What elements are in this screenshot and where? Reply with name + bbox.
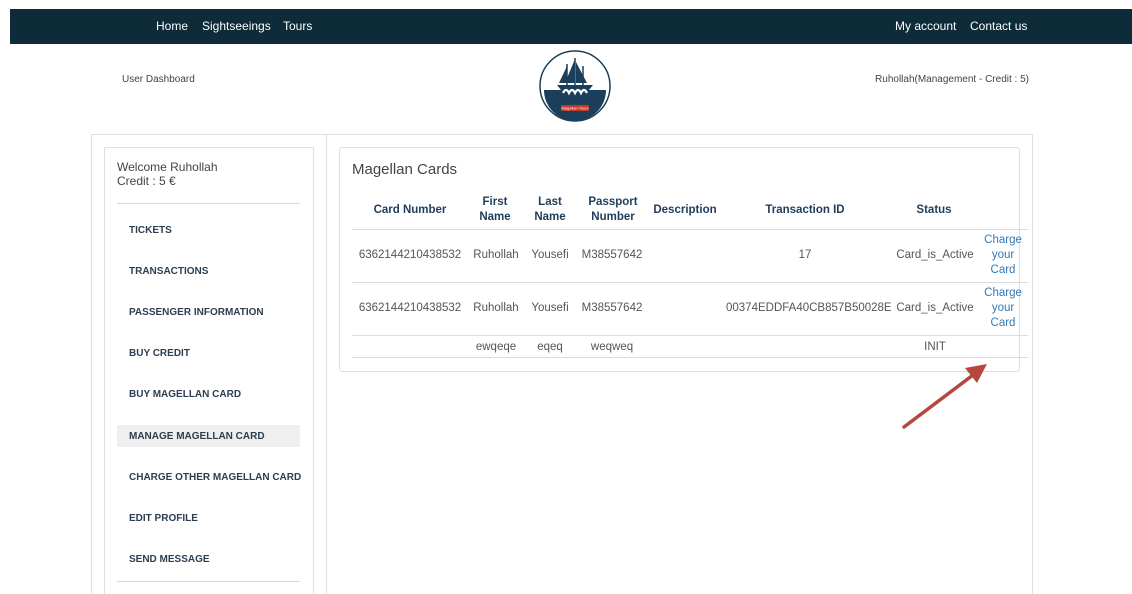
- charge-link-line3: Card: [990, 264, 1016, 276]
- dashboard-label: User Dashboard: [122, 74, 195, 85]
- cell-status: Card_is_Active: [896, 249, 974, 261]
- cell-passport: M38557642: [581, 249, 643, 261]
- nav-sightseeings-link[interactable]: Sightseeings: [202, 19, 271, 33]
- nav-home-link[interactable]: Home: [156, 19, 188, 33]
- header-last-name-line2: Name: [534, 211, 566, 223]
- header-description: Description: [653, 204, 717, 216]
- cell-last-name: Yousefi: [531, 249, 569, 261]
- charge-link-line1: Charge: [984, 287, 1022, 299]
- panel-title: Magellan Cards: [352, 161, 458, 178]
- header-last-name: Last Name: [530, 195, 570, 225]
- cell-status: INIT: [924, 341, 946, 353]
- header-passport-number: Passport Number: [582, 195, 644, 225]
- nav-tours-link[interactable]: Tours: [283, 19, 312, 33]
- logo-text: Magellan Tours: [561, 106, 588, 111]
- header-last-name-line1: Last: [538, 196, 562, 208]
- header-first-name-line1: First: [482, 196, 508, 208]
- cell-passport: weqweq: [590, 341, 634, 353]
- welcome-text: Welcome Ruhollah: [117, 160, 218, 174]
- sidebar-item-tickets[interactable]: TICKETS: [117, 219, 300, 241]
- sidebar-item-passenger-information[interactable]: PASSENGER INFORMATION: [117, 301, 300, 323]
- header-first-name: First Name: [475, 195, 515, 225]
- top-navbar: Home Sightseeings Tours My account Conta…: [10, 9, 1132, 44]
- nav-contact-us-link[interactable]: Contact us: [970, 19, 1027, 33]
- charge-link-line2: your: [991, 302, 1015, 314]
- sidebar-item-edit-profile[interactable]: EDIT PROFILE: [117, 507, 300, 529]
- cell-card-number: 6362144210438532: [358, 302, 462, 314]
- header-status: Status: [916, 204, 952, 216]
- cell-transaction-id: 17: [798, 249, 812, 261]
- cell-card-number: 6362144210438532: [358, 249, 462, 261]
- charge-your-card-link[interactable]: Charge your Card: [982, 286, 1024, 331]
- welcome-block: Welcome Ruhollah Credit : 5 €: [117, 160, 218, 188]
- cell-last-name: eqeq: [537, 341, 563, 353]
- sidebar-divider: [117, 581, 300, 582]
- cell-transaction-id: 00374EDDFA40CB857B50028E: [726, 302, 892, 314]
- table-row-divider: [352, 335, 1028, 336]
- cell-first-name: Ruhollah: [473, 302, 519, 314]
- cell-status: Card_is_Active: [896, 302, 974, 314]
- credit-text: Credit : 5 €: [117, 174, 176, 188]
- sidebar-item-send-message[interactable]: SEND MESSAGE: [117, 548, 300, 570]
- nav-my-account-link[interactable]: My account: [895, 19, 956, 33]
- sidebar-item-manage-magellan-card[interactable]: MANAGE MAGELLAN CARD: [117, 425, 300, 447]
- header-transaction-id: Transaction ID: [765, 204, 845, 216]
- cell-passport: M38557642: [581, 302, 643, 314]
- sidebar-divider: [117, 203, 300, 204]
- magellan-logo[interactable]: Magellan Tours: [539, 50, 611, 122]
- annotation-arrow-icon: [902, 364, 987, 429]
- header-card-number: Card Number: [373, 204, 447, 216]
- charge-link-line2: your: [991, 249, 1015, 261]
- cell-first-name: ewqeqe: [475, 341, 517, 353]
- sidebar-item-charge-other-magellan-card[interactable]: CHARGE OTHER MAGELLAN CARD: [117, 466, 301, 488]
- header-passport-line2: Number: [591, 211, 635, 223]
- sidebar-item-buy-magellan-card[interactable]: BUY MAGELLAN CARD: [117, 383, 300, 405]
- table-row-divider: [352, 229, 1028, 230]
- charge-link-line1: Charge: [984, 234, 1022, 246]
- charge-link-line3: Card: [990, 317, 1016, 329]
- sidebar-item-transactions[interactable]: TRANSACTIONS: [117, 260, 300, 282]
- header-first-name-line2: Name: [479, 211, 511, 223]
- cell-last-name: Yousefi: [531, 302, 569, 314]
- header-passport-line1: Passport: [588, 196, 638, 208]
- table-row-divider: [352, 282, 1028, 283]
- user-info: Ruhollah(Management - Credit : 5): [875, 74, 1029, 85]
- cell-first-name: Ruhollah: [473, 249, 519, 261]
- charge-your-card-link[interactable]: Charge your Card: [982, 233, 1024, 278]
- sidebar-item-buy-credit[interactable]: BUY CREDIT: [117, 342, 300, 364]
